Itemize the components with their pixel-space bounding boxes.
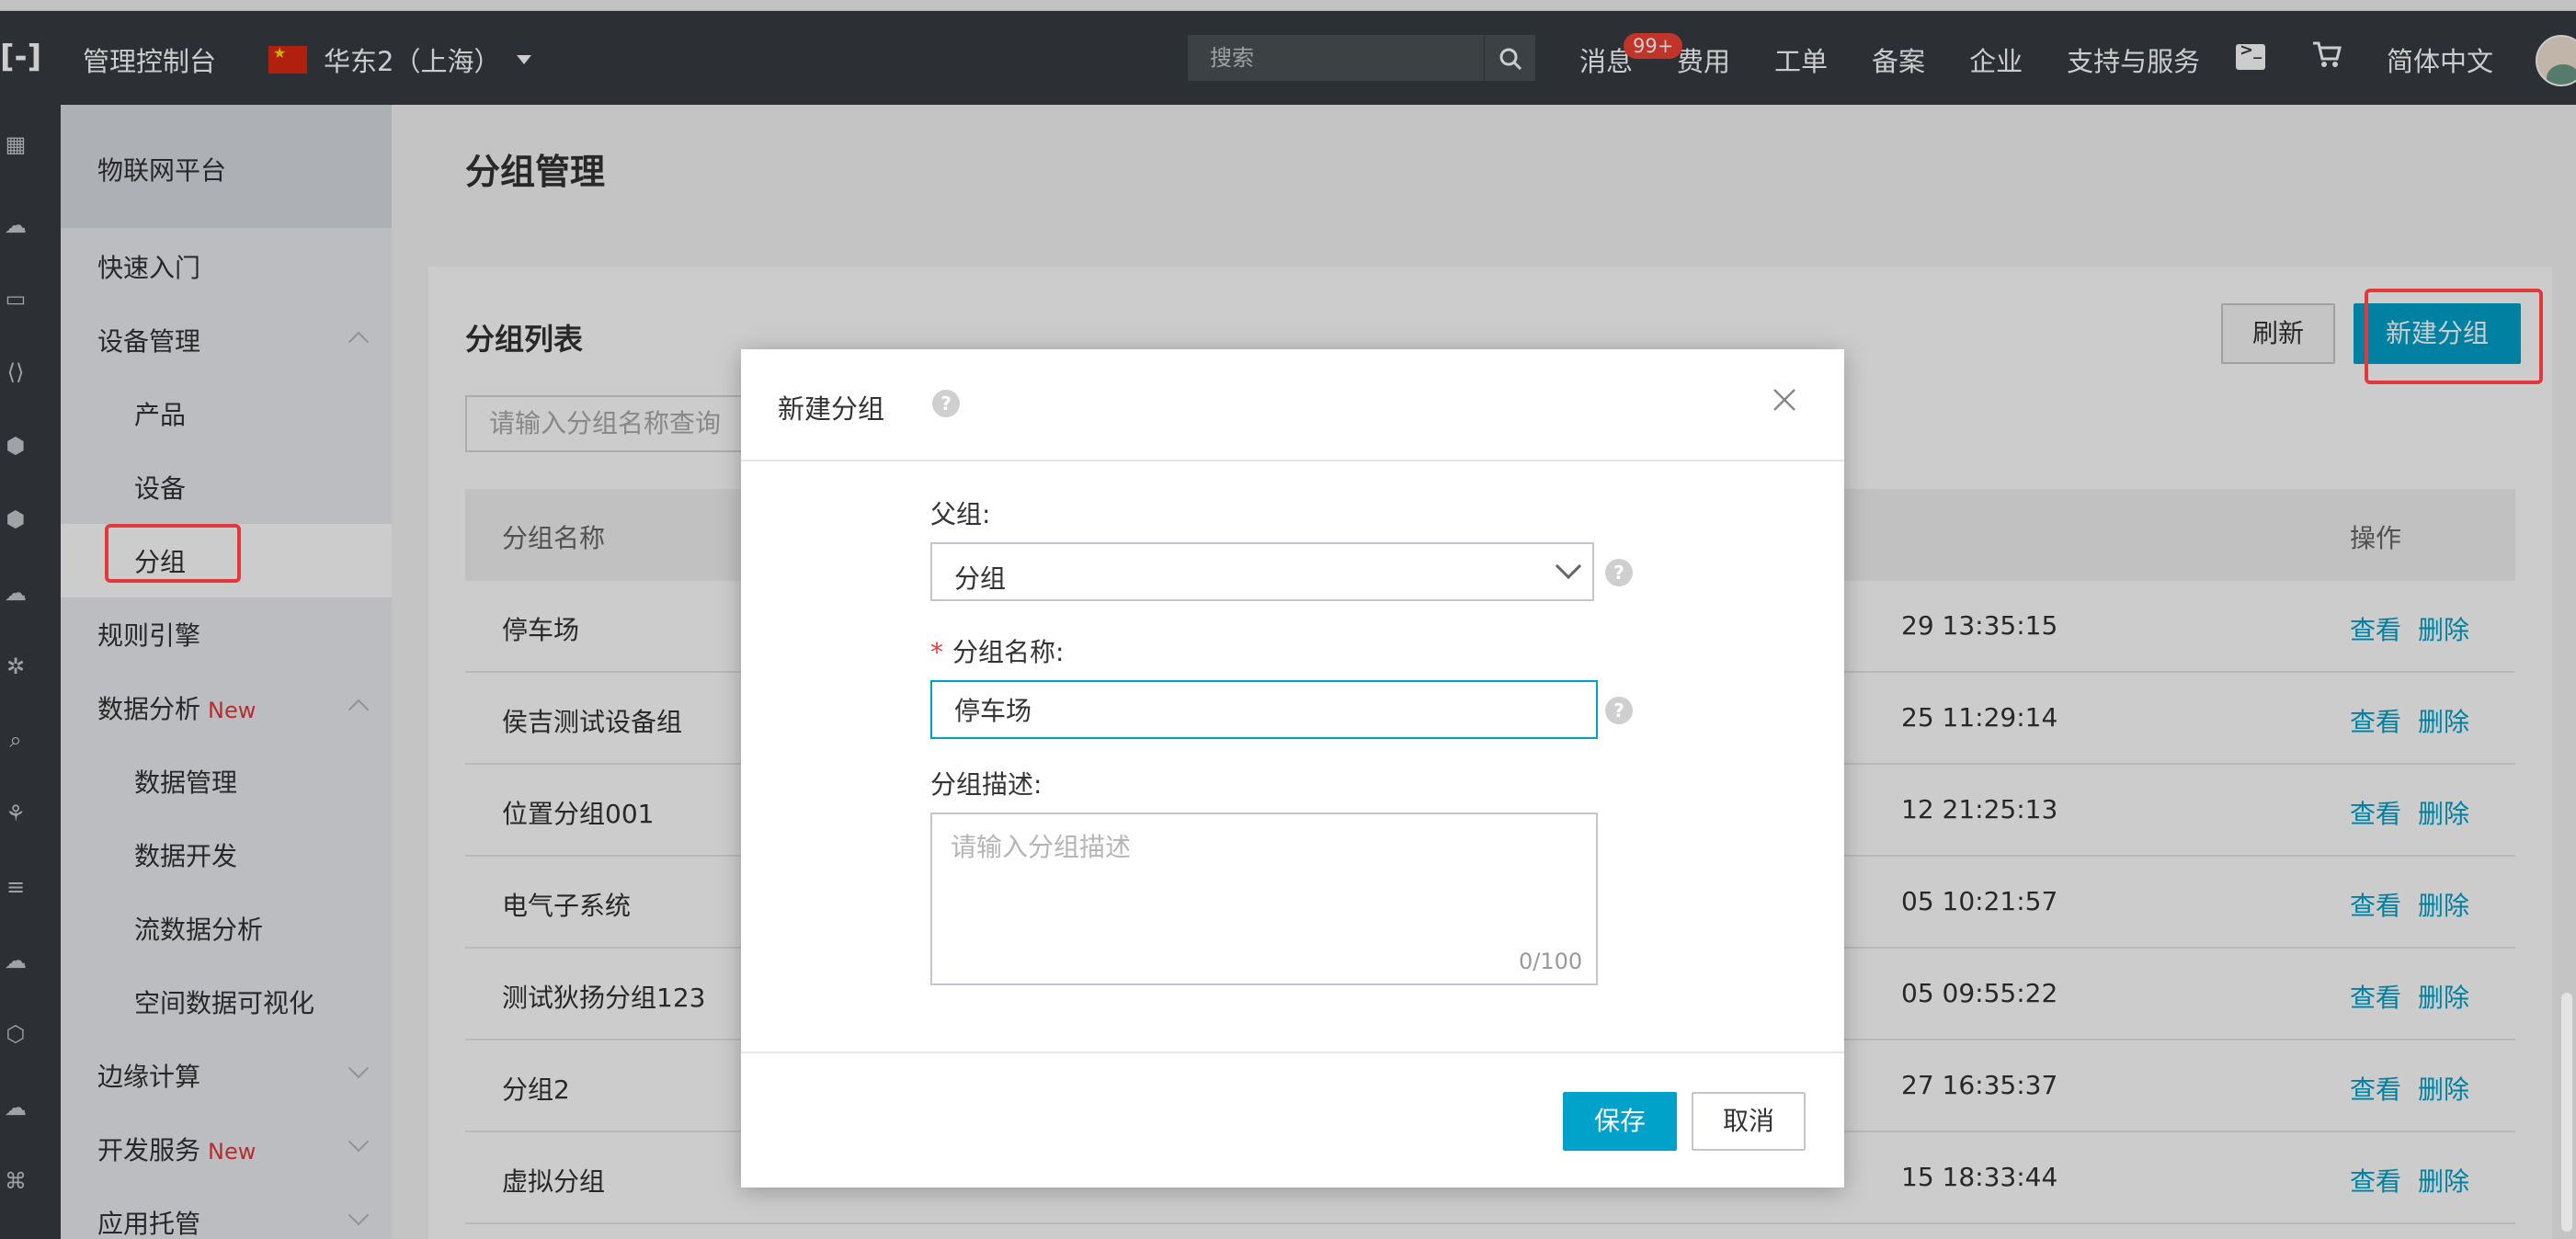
group-desc-textarea[interactable] [930,813,1598,985]
close-icon[interactable] [1771,386,1798,414]
dialog-header: 新建分组 ? [741,349,1844,461]
parent-group-select[interactable]: 分组 [930,542,1594,601]
save-button[interactable]: 保存 [1563,1092,1677,1151]
group-name-label-text: 分组名称: [952,637,1065,667]
group-name-input[interactable] [930,680,1598,739]
parent-group-value: 分组 [954,563,1007,594]
page-scrollbar[interactable] [2561,993,2572,1232]
new-group-dialog: 新建分组 ? 父组: 分组 ? * 分组名称: ? 分组描述: 0/100 保存 … [741,349,1844,1188]
group-name-label: * 分组名称: [930,632,1064,669]
highlight-new-group-button [2365,289,2543,384]
parent-group-label: 父组: [930,499,991,529]
dialog-title: 新建分组 ? [778,388,960,426]
help-icon[interactable]: ? [932,390,960,417]
required-asterisk: * [930,637,943,667]
dialog-title-text: 新建分组 [778,393,885,425]
highlight-sidebar-group [105,524,241,583]
cancel-button[interactable]: 取消 [1692,1092,1806,1151]
group-desc-label: 分组描述: [930,769,1043,800]
dialog-footer: 保存 取消 [741,1051,1844,1188]
help-icon[interactable]: ? [1605,559,1633,586]
chevron-down-icon [1555,552,1582,580]
char-counter: 0/100 [1519,949,1583,974]
help-icon[interactable]: ? [1605,697,1633,724]
